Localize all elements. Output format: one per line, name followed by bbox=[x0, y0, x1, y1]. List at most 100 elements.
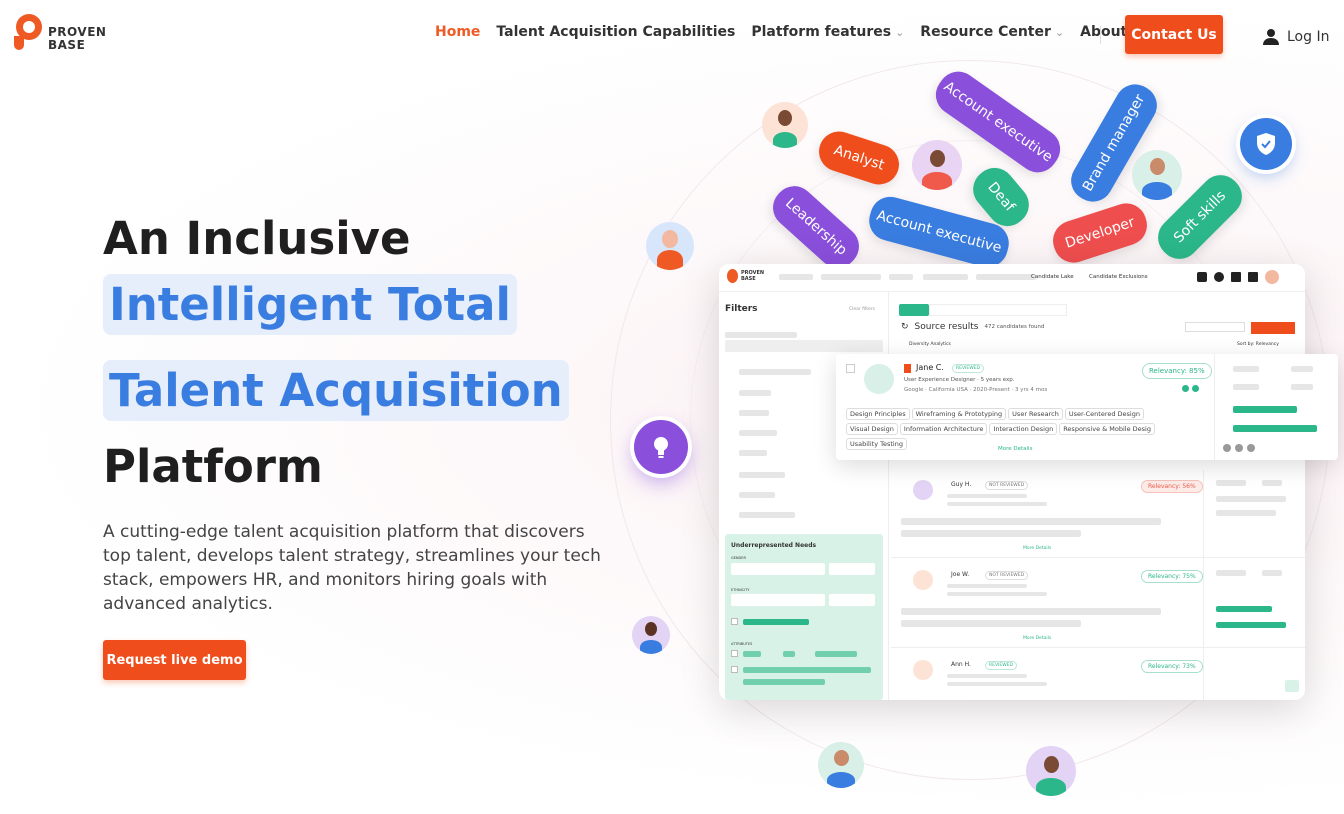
checkbox[interactable] bbox=[731, 618, 738, 625]
results-search-input[interactable] bbox=[1185, 322, 1245, 332]
gender-select-2[interactable] bbox=[829, 563, 875, 575]
skill-chip: Visual Design bbox=[846, 423, 898, 435]
mail-icon[interactable] bbox=[1231, 272, 1241, 282]
candidate-role: User Experience Designer · 5 years exp. bbox=[904, 377, 1015, 383]
filter-search-input[interactable] bbox=[725, 340, 883, 352]
checkbox[interactable] bbox=[731, 650, 738, 657]
gender-select[interactable] bbox=[731, 563, 825, 575]
logo-line2: BASE bbox=[48, 38, 86, 52]
candidate-exclusions-tab[interactable]: Candidate Exclusions bbox=[1089, 274, 1148, 280]
progress-bar bbox=[899, 304, 929, 316]
header-action-icons bbox=[1197, 270, 1279, 284]
diversity-analytics-link[interactable]: Diversity Analytics bbox=[909, 342, 951, 347]
filters-title: Filters bbox=[725, 304, 758, 314]
lightbulb-icon bbox=[634, 420, 688, 474]
avatar bbox=[913, 570, 933, 590]
skill-chip: Design Principles bbox=[846, 408, 910, 420]
contact-info bbox=[1214, 354, 1338, 460]
relevancy-badge: Relevancy: 73% bbox=[1141, 660, 1203, 673]
ethnicity-select-2[interactable] bbox=[829, 594, 875, 606]
avatar[interactable] bbox=[1265, 270, 1279, 284]
skill-chip: Usability Testing bbox=[846, 438, 907, 450]
hero-description: A cutting-edge talent acquisition platfo… bbox=[103, 522, 601, 614]
candidate-name[interactable]: Jane C. bbox=[916, 363, 944, 372]
contact-us-button[interactable]: Contact Us bbox=[1125, 15, 1223, 54]
candidate-name[interactable]: Joe W. bbox=[951, 571, 969, 578]
nav-home[interactable]: Home bbox=[435, 24, 480, 40]
request-demo-button[interactable]: Request live demo bbox=[103, 640, 246, 680]
refresh-icon[interactable]: ↻ bbox=[901, 322, 909, 332]
skill-chip: Information Architecture bbox=[899, 423, 988, 435]
relevancy-badge: Relevancy: 56% bbox=[1141, 480, 1203, 493]
avatar bbox=[913, 480, 933, 500]
avatar bbox=[762, 102, 808, 148]
status-badge: REVIEWED bbox=[952, 364, 984, 373]
avatar bbox=[1132, 150, 1182, 200]
dashboard-preview: PROVEN BASE Candidate Lake Candidate Excl… bbox=[719, 264, 1305, 700]
avatar bbox=[913, 660, 933, 680]
candidate-name[interactable]: Ann H. bbox=[951, 661, 971, 668]
help-icon[interactable] bbox=[1214, 272, 1224, 282]
candidate-lake-tab[interactable]: Candidate Lake bbox=[1031, 274, 1074, 280]
relevancy-badge: Relevancy: 75% bbox=[1141, 570, 1203, 583]
skill-chip: User-Centered Design bbox=[1064, 408, 1144, 420]
main-nav: Home Talent Acquisition Capabilities Pla… bbox=[435, 24, 1181, 40]
contact-column bbox=[1203, 470, 1305, 700]
nav-talent-acquisition[interactable]: Talent Acquisition Capabilities bbox=[496, 24, 735, 40]
clear-filters-link[interactable]: Clear filters bbox=[849, 307, 875, 312]
avatar bbox=[818, 742, 864, 788]
source-results-title: ↻ Source results 472 candidates found bbox=[901, 322, 1045, 332]
globe-icon[interactable] bbox=[1223, 444, 1231, 452]
relevancy-badge: Relevancy: 85% bbox=[1142, 363, 1212, 379]
logo-mark-icon bbox=[14, 14, 44, 52]
avatar bbox=[864, 364, 894, 394]
avatar bbox=[912, 140, 962, 190]
status-badge: NOT REVIEWED bbox=[985, 571, 1029, 580]
results-action-button[interactable] bbox=[1251, 322, 1295, 334]
more-details-link[interactable]: More Details bbox=[1023, 636, 1051, 641]
featured-candidate-card[interactable]: Jane C. REVIEWED Relevancy: 85% User Exp… bbox=[836, 354, 1338, 460]
hero-line-2: Intelligent Total bbox=[103, 274, 517, 335]
more-details-link[interactable]: More Details bbox=[998, 446, 1032, 452]
ethnicity-label: ETHNICITY bbox=[731, 588, 750, 592]
sort-select[interactable]: Sort by: Relevancy bbox=[1237, 342, 1279, 347]
dashboard-logo: PROVEN BASE bbox=[727, 269, 764, 283]
bookmark-icon[interactable] bbox=[904, 364, 911, 373]
skill-chip: Interaction Design bbox=[989, 423, 1058, 435]
candidate-action-icons bbox=[1182, 385, 1199, 392]
checkbox[interactable] bbox=[731, 666, 738, 673]
gender-label: GENDER bbox=[731, 556, 746, 560]
underrepresented-title: Underrepresented Needs bbox=[731, 542, 817, 549]
status-badge: NOT REVIEWED bbox=[985, 481, 1029, 490]
chat-icon[interactable] bbox=[1285, 680, 1299, 692]
shield-icon bbox=[1240, 118, 1292, 170]
hero-line-3: Talent Acquisition bbox=[103, 360, 569, 421]
candidate-name[interactable]: Guy H. bbox=[951, 481, 971, 488]
candidate-company: Google · California USA · 2020-Present ·… bbox=[904, 387, 1048, 393]
skill-chip: Responsive & Mobile Desig bbox=[1059, 423, 1155, 435]
facebook-icon[interactable] bbox=[1247, 444, 1255, 452]
nav-platform-features[interactable]: Platform features ⌄ bbox=[751, 24, 904, 40]
avatar bbox=[1026, 746, 1076, 796]
user-icon bbox=[1263, 29, 1279, 45]
checkbox[interactable] bbox=[846, 364, 855, 373]
hero-line-4: Platform bbox=[103, 440, 323, 493]
twitter-icon[interactable] bbox=[1235, 444, 1243, 452]
brand-logo[interactable]: PROVEN BASE bbox=[14, 14, 106, 52]
ethnicity-select[interactable] bbox=[731, 594, 825, 606]
chevron-down-icon: ⌄ bbox=[895, 25, 905, 39]
add-icon[interactable] bbox=[1197, 272, 1207, 282]
login-link[interactable]: Log In bbox=[1263, 28, 1329, 46]
nav-divider bbox=[1100, 26, 1101, 44]
attributes-label: ATTRIBUTES bbox=[731, 642, 753, 646]
underrepresented-needs-panel: Underrepresented Needs GENDER ETHNICITY … bbox=[725, 534, 883, 700]
calendar-icon[interactable] bbox=[1248, 272, 1258, 282]
skill-chip: Wireframing & Prototyping bbox=[911, 408, 1007, 420]
person-icon[interactable] bbox=[1192, 385, 1199, 392]
skill-chip: User Research bbox=[1008, 408, 1063, 420]
nav-resource-center[interactable]: Resource Center ⌄ bbox=[920, 24, 1064, 40]
add-candidate-icon[interactable] bbox=[1182, 385, 1189, 392]
social-icons bbox=[1223, 444, 1255, 452]
hero-line-1: An Inclusive bbox=[103, 212, 411, 265]
more-details-link[interactable]: More Details bbox=[1023, 546, 1051, 551]
